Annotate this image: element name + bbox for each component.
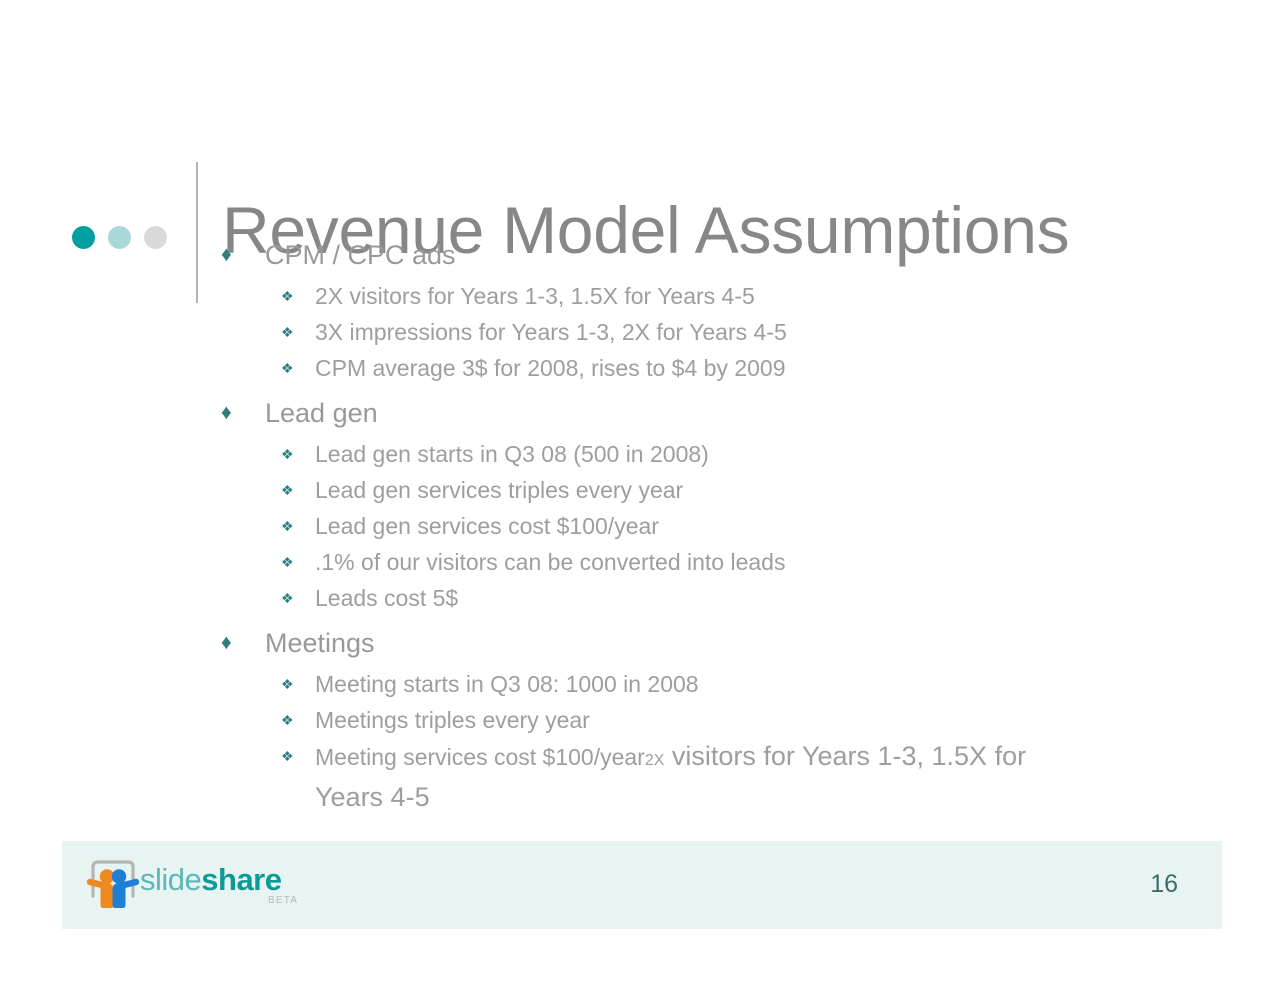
bullet-level1: ♦ CPM / CPC ads [0,236,1180,274]
bullet-level2-label: Lead gen services triples every year [315,477,684,503]
slideshare-wordmark: slideshare [140,862,282,898]
wordmark-slide: slide [140,862,202,897]
floret-bullet-icon: ❖ [281,518,294,534]
bullet-level1: ♦ Meetings [0,624,1180,662]
bullet-level2: ❖ Lead gen services triples every year [0,472,1180,508]
floret-bullet-icon: ❖ [281,446,294,462]
bullet-text-small-multiplier: 2X [644,752,665,769]
bullet-level2-label: Meeting starts in Q3 08: 1000 in 2008 [315,671,699,697]
slide-canvas: Revenue Model Assumptions ♦ CPM / CPC ad… [0,0,1280,989]
bullet-level2: ❖ Meetings triples every year [0,702,1180,738]
bullet-level2: ❖ Meeting starts in Q3 08: 1000 in 2008 [0,666,1180,702]
diamond-bullet-icon: ♦ [221,401,232,424]
bullet-level2-label: .1% of our visitors can be converted int… [315,549,786,575]
floret-bullet-icon: ❖ [281,748,294,764]
bullet-group-cpm-cpc-ads: ♦ CPM / CPC ads ❖ 2X visitors for Years … [0,236,1180,386]
diamond-bullet-icon: ♦ [221,631,232,654]
bullet-group-meetings: ♦ Meetings ❖ Meeting starts in Q3 08: 10… [0,624,1180,816]
bullet-level2-label: 3X impressions for Years 1-3, 2X for Yea… [315,319,787,345]
floret-bullet-icon: ❖ [281,324,294,340]
floret-bullet-icon: ❖ [281,360,294,376]
bullet-level2: ❖ 2X visitors for Years 1-3, 1.5X for Ye… [0,278,1180,314]
bullet-level2: ❖ 3X impressions for Years 1-3, 2X for Y… [0,314,1180,350]
bullet-level1-label: Meetings [265,628,375,658]
bullet-level2: ❖ Leads cost 5$ [0,580,1180,616]
bullet-level2-label: Lead gen services cost $100/year [315,513,659,539]
floret-bullet-icon: ❖ [281,482,294,498]
slide-header: Revenue Model Assumptions [0,78,1280,303]
bullet-level2-label: Meetings triples every year [315,707,590,733]
bullet-level1-label: Lead gen [265,398,378,428]
floret-bullet-icon: ❖ [281,554,294,570]
beta-badge: BETA [268,895,299,906]
slide-body: ♦ CPM / CPC ads ❖ 2X visitors for Years … [0,236,1180,816]
bullet-level2: ❖ Lead gen services cost $100/year [0,508,1180,544]
bullet-level2: ❖ CPM average 3$ for 2008, rises to $4 b… [0,350,1180,386]
bullet-level2-label: Leads cost 5$ [315,585,459,611]
floret-bullet-icon: ❖ [281,712,294,728]
bullet-level2: ❖ Lead gen starts in Q3 08 (500 in 2008) [0,436,1180,472]
bullet-group-lead-gen: ♦ Lead gen ❖ Lead gen starts in Q3 08 (5… [0,394,1180,616]
page-number: 16 [1150,870,1178,898]
diamond-bullet-icon: ♦ [221,243,232,266]
bullet-level2-label: Lead gen starts in Q3 08 (500 in 2008) [315,441,709,467]
bullet-level1: ♦ Lead gen [0,394,1180,432]
bullet-level2-label: 2X visitors for Years 1-3, 1.5X for Year… [315,283,755,309]
bullet-level1-label: CPM / CPC ads [265,240,456,270]
bullet-level2: ❖ .1% of our visitors can be converted i… [0,544,1180,580]
floret-bullet-icon: ❖ [281,590,294,606]
slideshare-people-icon [86,860,140,908]
slide-footer: slideshare BETA 16 [62,841,1222,929]
floret-bullet-icon: ❖ [281,288,294,304]
slideshare-logo[interactable]: slideshare BETA [84,854,314,916]
bullet-level2-mixed: ❖ Meeting services cost $100/year2X visi… [0,738,1180,816]
bullet-level2-label: CPM average 3$ for 2008, rises to $4 by … [315,355,786,381]
floret-bullet-icon: ❖ [281,676,294,692]
bullet-text-lead: Meeting services cost $100/year [315,744,645,770]
wordmark-share: share [201,862,282,897]
